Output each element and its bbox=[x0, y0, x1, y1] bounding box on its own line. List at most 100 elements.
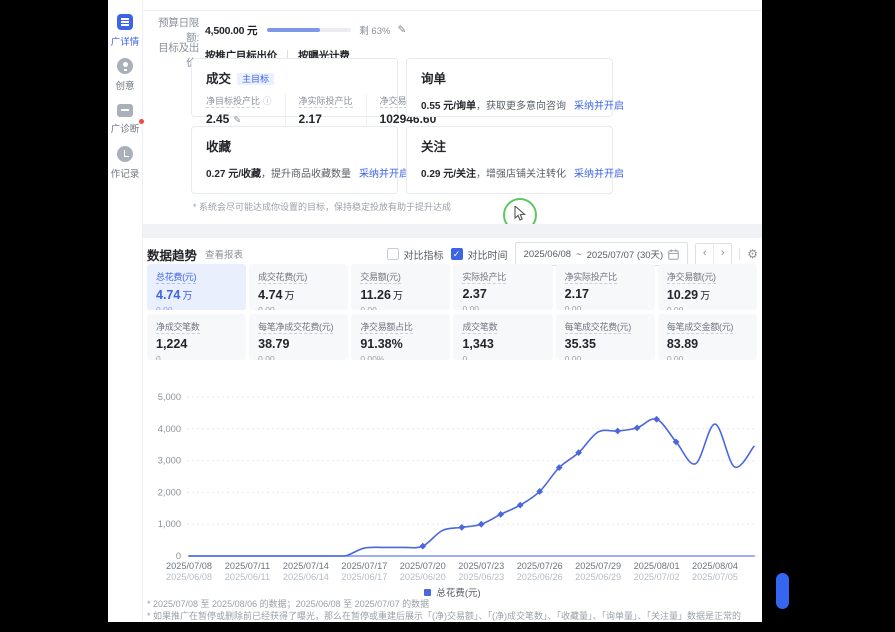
goal-metric-value: 2.17 bbox=[299, 112, 353, 126]
y-tick-label: 5,000 bbox=[158, 392, 181, 402]
trend-metric-value: 2.17 bbox=[565, 287, 646, 301]
trend-metric-number: 2.17 bbox=[565, 287, 589, 301]
date-pager: ‹ › bbox=[695, 243, 732, 265]
compare-metric-checkbox-group[interactable]: 对比指标 bbox=[387, 247, 444, 262]
sidebar-item[interactable]: 作记录 bbox=[108, 146, 142, 182]
trend-metric-card[interactable]: 成交笔数 1,343 0 bbox=[453, 314, 552, 360]
gear-icon[interactable]: ⚙ bbox=[747, 247, 758, 261]
goal-card-title: 关注 bbox=[421, 140, 446, 154]
goal-note: * 系统会尽可能达成你设置的目标，保持稳定投放有助于提升达成 bbox=[193, 200, 451, 213]
goal-card-title: 收藏 bbox=[206, 140, 231, 154]
sidebar-item-label: 作记录 bbox=[111, 166, 140, 180]
info-icon: ⓘ bbox=[263, 96, 272, 106]
view-report-link[interactable]: 查看报表 bbox=[205, 247, 243, 261]
x-tick-label-secondary: 2025/06/11 bbox=[225, 572, 270, 582]
x-tick-label-primary: 2025/07/11 bbox=[225, 561, 270, 571]
date-range-separator: ~ bbox=[576, 249, 582, 260]
trend-metric-value: 11.26万 bbox=[360, 287, 441, 302]
chart-legend: 总花费(元) bbox=[143, 585, 762, 599]
trend-metric-value: 83.89 bbox=[667, 337, 748, 351]
trend-metric-number: 4.74 bbox=[156, 288, 180, 302]
edit-goal-icon[interactable]: ✎ bbox=[233, 115, 241, 126]
sidebar-item[interactable]: 广详情 bbox=[108, 14, 142, 50]
footnote-line: * 2025/07/08 至 2025/08/06 的数据；2025/06/08… bbox=[147, 598, 741, 610]
goal-card: 收藏 0.27 元/收藏，提升商品收藏数量采纳并开启 bbox=[191, 126, 398, 194]
floating-side-tab[interactable] bbox=[776, 573, 789, 609]
trend-metric-compare-value: 0.00 bbox=[667, 354, 748, 360]
trend-metric-compare-value: 0 bbox=[156, 354, 237, 360]
goal-card-title-row: 关注 bbox=[421, 136, 598, 156]
trend-metric-label-text: 每笔成交金额(元) bbox=[667, 322, 733, 334]
x-tick-label-primary: 2025/07/17 bbox=[341, 561, 387, 571]
data-point-marker bbox=[517, 502, 524, 509]
calendar-icon bbox=[668, 249, 679, 260]
trend-metric-label-text: 交易额(元) bbox=[360, 272, 400, 284]
x-tick-label-primary: 2025/07/08 bbox=[166, 561, 212, 571]
goal-card-price: 0.55 元/询单 bbox=[421, 101, 476, 112]
data-point-marker bbox=[478, 521, 485, 528]
trend-metric-compare-value: 0 bbox=[462, 354, 543, 360]
trend-metric-label-text: 净交易额(元) bbox=[667, 272, 716, 284]
chevron-right-icon[interactable]: › bbox=[713, 244, 731, 264]
x-tick-label-secondary: 2025/06/26 bbox=[517, 572, 563, 582]
trend-metric-label: 每笔成交金额(元) bbox=[667, 320, 748, 333]
trend-metric-label-text: 每笔成交花费(元) bbox=[565, 322, 631, 334]
goal-metric-label-text: 净实际投产比 bbox=[299, 96, 353, 108]
trend-metric-card[interactable]: 成交花费(元)4.74万0.00 bbox=[249, 264, 348, 310]
trend-metric-value: 2.37 bbox=[462, 287, 543, 301]
sidebar-item-label: 广诊断 bbox=[111, 121, 140, 135]
sidebar-item[interactable]: 创意 bbox=[108, 58, 142, 94]
trend-metric-card[interactable]: 每笔净成交花费(元)38.790.00 bbox=[249, 314, 348, 360]
trend-metric-compare-value: 0.00 bbox=[258, 354, 339, 360]
adopt-and-enable-link[interactable]: 采纳并开启 bbox=[574, 169, 624, 180]
compare-metric-checkbox[interactable] bbox=[387, 248, 399, 260]
y-tick-label: 2,000 bbox=[158, 487, 181, 497]
budget-progress-fill bbox=[267, 28, 320, 32]
trend-metric-label-text: 净成交笔数 bbox=[156, 322, 200, 334]
trend-metric-card[interactable]: 净交易额占比91.38%0.00% bbox=[351, 314, 450, 360]
edit-budget-icon[interactable]: ✎ bbox=[397, 24, 406, 36]
trend-metric-label: 成交笔数 bbox=[462, 320, 543, 333]
sidebar-item[interactable]: 广诊断 bbox=[108, 102, 142, 137]
goal-metric-label: 净实际投产比 bbox=[299, 94, 353, 107]
goal-metric-label: 净目标投产比ⓘ bbox=[206, 94, 272, 107]
trend-metric-label-text: 成交花费(元) bbox=[258, 272, 307, 284]
trend-metric-label-text: 成交笔数 bbox=[462, 322, 497, 334]
trend-metric-card[interactable]: 总花费(元)4.74万0.00 bbox=[147, 264, 246, 310]
goal-card-desc: 0.27 元/收藏，提升商品收藏数量采纳并开启 bbox=[206, 165, 383, 180]
adopt-and-enable-link[interactable]: 采纳并开启 bbox=[574, 101, 624, 112]
trend-metric-unit: 万 bbox=[393, 291, 403, 302]
trend-metric-card[interactable]: 净实际投产比2.170.00 bbox=[556, 264, 655, 310]
trend-metric-unit: 万 bbox=[285, 291, 295, 302]
sidebar: 广详情创意广诊断作记录 bbox=[108, 0, 143, 622]
y-tick-label: 0 bbox=[176, 551, 181, 561]
trend-metric-card[interactable]: 交易额(元) 11.26万 0.00 bbox=[351, 264, 450, 310]
section-divider bbox=[143, 224, 762, 238]
trend-metric-number: 35.35 bbox=[565, 337, 596, 351]
budget-value: 4,500.00 元 bbox=[205, 23, 257, 38]
trend-metric-label-text: 每笔净成交花费(元) bbox=[258, 322, 333, 334]
chevron-left-icon[interactable]: ‹ bbox=[696, 244, 713, 264]
main-content: 预算日限额: 4,500.00 元 剩 63% ✎ 目标及出价: 按推广目标出价… bbox=[143, 0, 762, 622]
trend-metric-card[interactable]: 实际投产比2.370.00 bbox=[453, 264, 552, 310]
trend-metric-value: 4.74万 bbox=[156, 287, 237, 302]
trend-metric-label: 净交易额占比 bbox=[360, 320, 441, 333]
trend-metric-compare-value: 0.00 bbox=[258, 305, 339, 310]
x-tick-label-primary: 2025/08/01 bbox=[634, 561, 680, 571]
trend-metric-number: 1,343 bbox=[462, 337, 493, 351]
trend-metric-card[interactable]: 净成交笔数1,2240 bbox=[147, 314, 246, 360]
goal-card-metrics: 净目标投产比ⓘ2.45✎净实际投产比2.17净交易额(元)102946.60 bbox=[206, 94, 383, 126]
trend-metric-compare-value: 0.00 bbox=[360, 305, 441, 310]
trend-metric-card[interactable]: 每笔成交花费(元)35.350.00 bbox=[556, 314, 655, 360]
trend-metric-card[interactable]: 净交易额(元)10.29万0.00 bbox=[658, 264, 757, 310]
trend-metric-label: 净交易额(元) bbox=[667, 270, 748, 283]
compare-time-checkbox-group[interactable]: ✓ 对比时间 bbox=[451, 247, 508, 262]
compare-time-checkbox[interactable]: ✓ bbox=[451, 248, 463, 260]
goal-card-desc-text: ，提升商品收藏数量 bbox=[261, 169, 351, 180]
adopt-and-enable-link[interactable]: 采纳并开启 bbox=[359, 169, 409, 180]
date-range-end: 2025/07/07 (30天) bbox=[587, 247, 664, 261]
date-range-input[interactable]: 2025/06/08 ~ 2025/07/07 (30天) bbox=[515, 242, 689, 266]
data-point-marker bbox=[419, 543, 426, 550]
trend-metric-card[interactable]: 每笔成交金额(元) 83.89 0.00 bbox=[658, 314, 757, 360]
data-point-marker bbox=[634, 424, 641, 431]
